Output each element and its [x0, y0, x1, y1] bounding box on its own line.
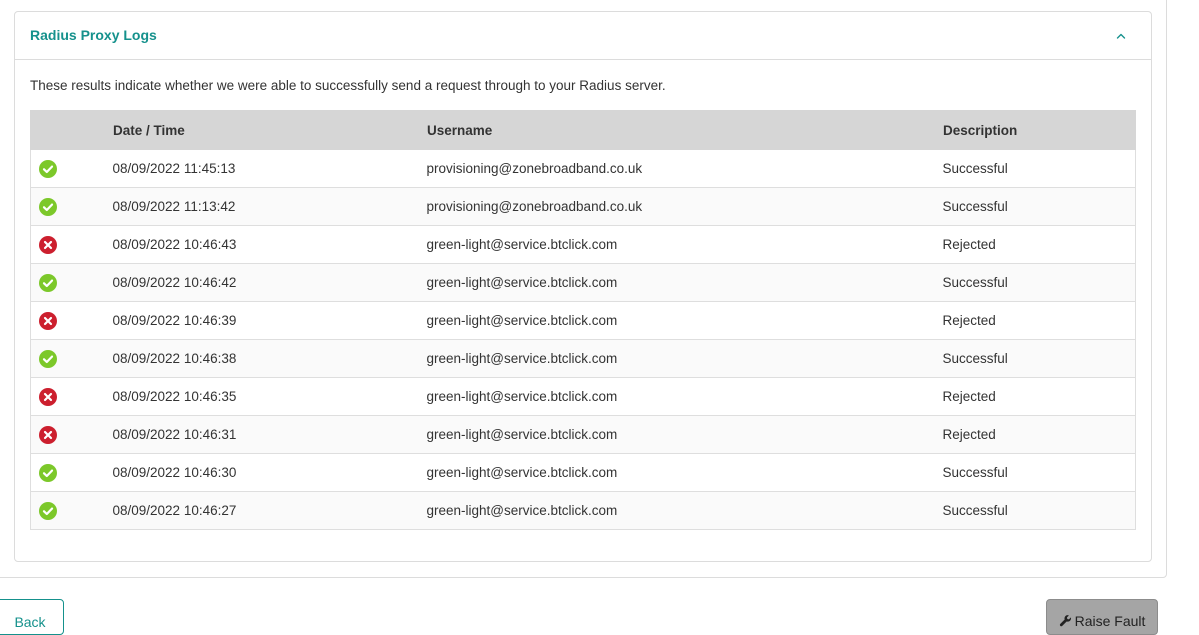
status-cell: [30, 453, 113, 492]
table-header-row: Date / Time Username Description: [30, 110, 1136, 150]
status-cell: [30, 225, 113, 264]
back-button[interactable]: Back: [0, 599, 64, 635]
panel-title: Radius Proxy Logs: [30, 27, 157, 43]
table-row: 08/09/2022 10:46:38 green-light@service.b…: [30, 339, 1136, 378]
x-circle-icon: [39, 311, 57, 330]
check-circle-icon: [39, 273, 57, 292]
table-row: 08/09/2022 11:13:42 provisioning@zonebroa…: [30, 187, 1136, 226]
table-row: 08/09/2022 10:46:27 green-light@service.b…: [30, 491, 1136, 530]
table-row: 08/09/2022 10:46:39 green-light@service.b…: [30, 301, 1136, 340]
username-cell: green-light@service.btclick.com: [426, 339, 943, 378]
status-cell: [30, 339, 113, 378]
x-circle-icon: [39, 235, 57, 254]
datetime-cell: 08/09/2022 10:46:27: [112, 491, 427, 530]
username-cell: provisioning@zonebroadband.co.uk: [426, 149, 943, 188]
panel-header[interactable]: Radius Proxy Logs: [15, 12, 1151, 60]
username-cell: green-light@service.btclick.com: [426, 453, 943, 492]
datetime-cell: 08/09/2022 10:46:39: [112, 301, 427, 340]
status-cell: [30, 187, 113, 226]
description-cell: Successful: [942, 263, 1136, 302]
datetime-cell: 08/09/2022 11:45:13: [112, 149, 427, 188]
status-cell: [30, 415, 113, 454]
username-cell: provisioning@zonebroadband.co.uk: [426, 187, 943, 226]
chevron-up-icon[interactable]: [1113, 28, 1129, 44]
status-cell: [30, 491, 113, 530]
username-cell: green-light@service.btclick.com: [426, 491, 943, 530]
username-cell: green-light@service.btclick.com: [426, 377, 943, 416]
table-row: 08/09/2022 11:45:13 provisioning@zonebroa…: [30, 149, 1136, 188]
table-row: 08/09/2022 10:46:31 green-light@service.b…: [30, 415, 1136, 454]
username-column-header: Username: [426, 110, 943, 150]
wrench-icon: [1059, 614, 1072, 630]
datetime-cell: 08/09/2022 10:46:42: [112, 263, 427, 302]
datetime-cell: 08/09/2022 11:13:42: [112, 187, 427, 226]
check-circle-icon: [39, 501, 57, 520]
x-circle-icon: [39, 387, 57, 406]
table-row: 08/09/2022 10:46:35 green-light@service.b…: [30, 377, 1136, 416]
username-cell: green-light@service.btclick.com: [426, 301, 943, 340]
description-cell: Rejected: [942, 377, 1136, 416]
datetime-column-header: Date / Time: [112, 110, 427, 150]
status-cell: [30, 377, 113, 416]
description-cell: Rejected: [942, 415, 1136, 454]
datetime-cell: 08/09/2022 10:46:38: [112, 339, 427, 378]
check-circle-icon: [39, 349, 57, 368]
datetime-cell: 08/09/2022 10:46:30: [112, 453, 427, 492]
raise-fault-button[interactable]: Raise Fault: [1046, 599, 1158, 635]
datetime-cell: 08/09/2022 10:46:35: [112, 377, 427, 416]
table-row: 08/09/2022 10:46:30 green-light@service.b…: [30, 453, 1136, 492]
intro-text: These results indicate whether we were a…: [30, 78, 666, 93]
status-cell: [30, 301, 113, 340]
description-cell: Successful: [942, 149, 1136, 188]
check-circle-icon: [39, 197, 57, 216]
status-cell: [30, 149, 113, 188]
check-circle-icon: [39, 463, 57, 482]
radius-proxy-logs-panel: Radius Proxy Logs These results indicate…: [14, 11, 1152, 562]
datetime-cell: 08/09/2022 10:46:43: [112, 225, 427, 264]
x-circle-icon: [39, 425, 57, 444]
username-cell: green-light@service.btclick.com: [426, 263, 943, 302]
status-cell: [30, 263, 113, 302]
table-row: 08/09/2022 10:46:42 green-light@service.b…: [30, 263, 1136, 302]
username-cell: green-light@service.btclick.com: [426, 415, 943, 454]
table-row: 08/09/2022 10:46:43 green-light@service.b…: [30, 225, 1136, 264]
description-column-header: Description: [942, 110, 1136, 150]
username-cell: green-light@service.btclick.com: [426, 225, 943, 264]
description-cell: Successful: [942, 491, 1136, 530]
status-column-header: [30, 110, 113, 150]
check-circle-icon: [39, 159, 57, 178]
radius-logs-table: Date / Time Username Description 08/09/2…: [30, 110, 1136, 530]
datetime-cell: 08/09/2022 10:46:31: [112, 415, 427, 454]
description-cell: Successful: [942, 453, 1136, 492]
description-cell: Successful: [942, 339, 1136, 378]
description-cell: Rejected: [942, 301, 1136, 340]
description-cell: Rejected: [942, 225, 1136, 264]
description-cell: Successful: [942, 187, 1136, 226]
